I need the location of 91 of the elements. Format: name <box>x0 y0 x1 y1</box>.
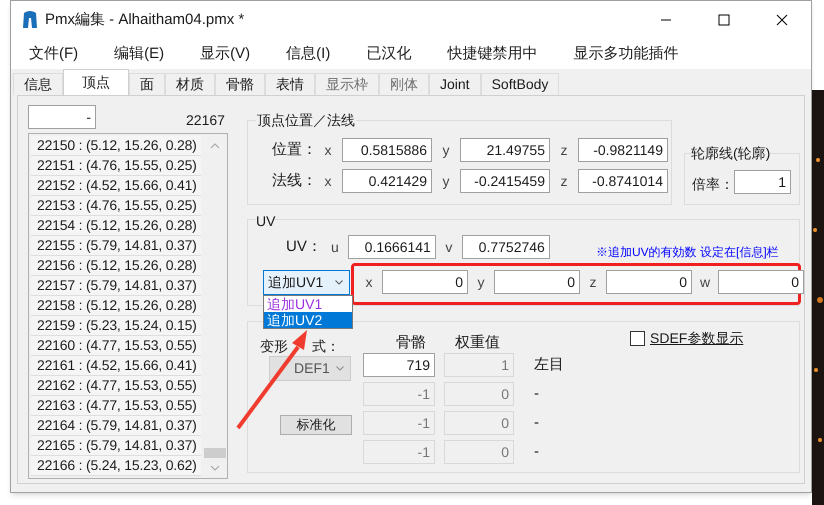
menu-item[interactable]: 快捷键禁用中 <box>439 42 546 66</box>
axis-label: y <box>442 172 450 191</box>
list-item[interactable]: 22150 : (5.12, 15.26, 0.28) <box>31 136 201 156</box>
number-field[interactable]: 0 <box>606 270 692 294</box>
menu-item[interactable]: 显示多功能插件 <box>565 42 686 66</box>
list-item[interactable]: 22166 : (5.24, 15.23, 0.62) <box>31 456 201 476</box>
field-label: 变形 <box>260 337 288 356</box>
list-item[interactable]: 22156 : (5.12, 15.26, 0.28) <box>31 256 201 276</box>
scroll-thumb[interactable] <box>204 448 226 458</box>
list-item[interactable]: 22160 : (4.77, 15.53, 0.55) <box>31 336 201 356</box>
search-field[interactable]: - <box>28 105 96 129</box>
number-field[interactable]: 0.1666141 <box>348 235 436 259</box>
axis-label: z <box>560 172 568 190</box>
bone-name: - <box>534 384 539 404</box>
chevron-down-icon <box>336 366 344 371</box>
scroll-down-icon[interactable] <box>210 465 220 471</box>
axis-label: y <box>442 140 450 160</box>
menu-item[interactable]: 信息(I) <box>278 42 338 66</box>
menu-item[interactable]: 编辑(E) <box>106 42 172 66</box>
tab[interactable]: 信息 <box>13 73 63 95</box>
bone-name: - <box>534 442 539 462</box>
deform-dropdown[interactable]: DEF1 <box>269 356 351 381</box>
window-title: Pmx編集 - Alhaitham04.pmx * <box>45 10 244 30</box>
scale-field[interactable]: 1 <box>734 170 791 194</box>
weight-field[interactable]: 1 <box>444 353 514 377</box>
number-field[interactable]: 0 <box>718 270 804 294</box>
axis-label: x <box>324 140 332 160</box>
axis-label: v <box>444 238 454 256</box>
tab[interactable]: Joint <box>429 73 481 95</box>
number-field[interactable]: -0.8741014 <box>578 169 668 193</box>
tab[interactable]: 骨骼 <box>215 73 265 95</box>
number-field[interactable]: 0 <box>382 270 468 294</box>
list-item[interactable]: 22159 : (5.23, 15.24, 0.15) <box>31 316 201 336</box>
number-field[interactable]: 21.49755 <box>460 138 550 162</box>
chevron-down-icon <box>335 280 343 285</box>
list-item[interactable]: 22161 : (4.52, 15.66, 0.41) <box>31 356 201 376</box>
list-item[interactable]: 22157 : (5.79, 14.81, 0.37) <box>31 276 201 296</box>
number-field[interactable]: -0.9821149 <box>578 138 668 162</box>
field-label: UV： <box>286 236 322 257</box>
list-item[interactable]: 22165 : (5.79, 14.81, 0.37) <box>31 436 201 456</box>
number-field[interactable]: 0.5815886 <box>342 138 432 162</box>
axis-label: x <box>364 272 374 292</box>
list-item[interactable]: 22152 : (4.52, 15.66, 0.41) <box>31 176 201 196</box>
number-field[interactable]: -0.2415459 <box>460 169 550 193</box>
axis-label: z <box>588 272 598 292</box>
scroll-up-icon[interactable] <box>210 143 220 149</box>
tab[interactable]: SoftBody <box>480 73 560 95</box>
list-item[interactable]: 22153 : (4.76, 15.55, 0.25) <box>31 196 201 216</box>
checkbox[interactable] <box>630 331 645 346</box>
info-note: ※追加UV的有効数 设定在[信息]栏 <box>596 244 779 261</box>
axis-label: w <box>698 272 712 292</box>
vertex-count: 22167 <box>186 111 225 130</box>
close-icon <box>776 14 788 26</box>
tab[interactable]: 顶点 <box>63 69 129 95</box>
list-item[interactable]: 22158 : (5.12, 15.26, 0.28) <box>31 296 201 316</box>
checkbox-label[interactable]: SDEF参数显示 <box>650 328 744 349</box>
maximize-icon <box>718 14 730 26</box>
column-header: 骨骼 <box>396 333 426 353</box>
number-field[interactable]: 0.7752746 <box>462 235 550 259</box>
normalize-button[interactable]: 标准化 <box>280 415 352 435</box>
axis-label: u <box>330 238 340 256</box>
field-label: 倍率： <box>692 175 734 194</box>
uv-dropdown[interactable]: 追加UV1 <box>263 270 350 295</box>
menu-item[interactable]: 已汉化 <box>358 42 420 66</box>
axis-label: x <box>324 172 332 190</box>
number-field[interactable]: 0 <box>494 270 580 294</box>
list-item[interactable]: 22155 : (5.79, 14.81, 0.37) <box>31 236 201 256</box>
list-item[interactable]: 22162 : (4.77, 15.53, 0.55) <box>31 376 201 396</box>
axis-label: y <box>476 272 486 292</box>
list-item[interactable]: 22154 : (5.12, 15.26, 0.28) <box>31 216 201 236</box>
bone-name: - <box>534 412 539 433</box>
number-field[interactable]: 0.421429 <box>342 169 432 193</box>
menu-item[interactable]: 文件(F) <box>21 42 86 66</box>
tab[interactable]: 面 <box>129 73 165 95</box>
tab[interactable]: 表情 <box>265 73 315 95</box>
dropdown-option[interactable]: 追加UV2 <box>264 312 352 328</box>
bone-field[interactable]: 719 <box>363 353 435 377</box>
bone-name: 左目 <box>534 354 564 375</box>
list-item[interactable]: 22163 : (4.77, 15.53, 0.55) <box>31 396 201 416</box>
field-label: 位置： <box>271 140 314 160</box>
list-item[interactable]: 22164 : (5.79, 14.81, 0.37) <box>31 416 201 436</box>
field-label: 法线： <box>271 170 314 191</box>
axis-label: z <box>560 140 568 160</box>
group-title: 轮廓线(轮廓) <box>691 143 770 164</box>
vertex-list[interactable] <box>28 133 228 479</box>
field-label: 式： <box>312 337 340 356</box>
menu-item[interactable]: 显示(V) <box>192 42 258 66</box>
column-header: 权重值 <box>455 333 500 353</box>
list-item[interactable]: 22151 : (4.76, 15.55, 0.25) <box>31 156 201 176</box>
tab[interactable]: 材质 <box>165 73 215 95</box>
app-icon <box>21 10 39 30</box>
